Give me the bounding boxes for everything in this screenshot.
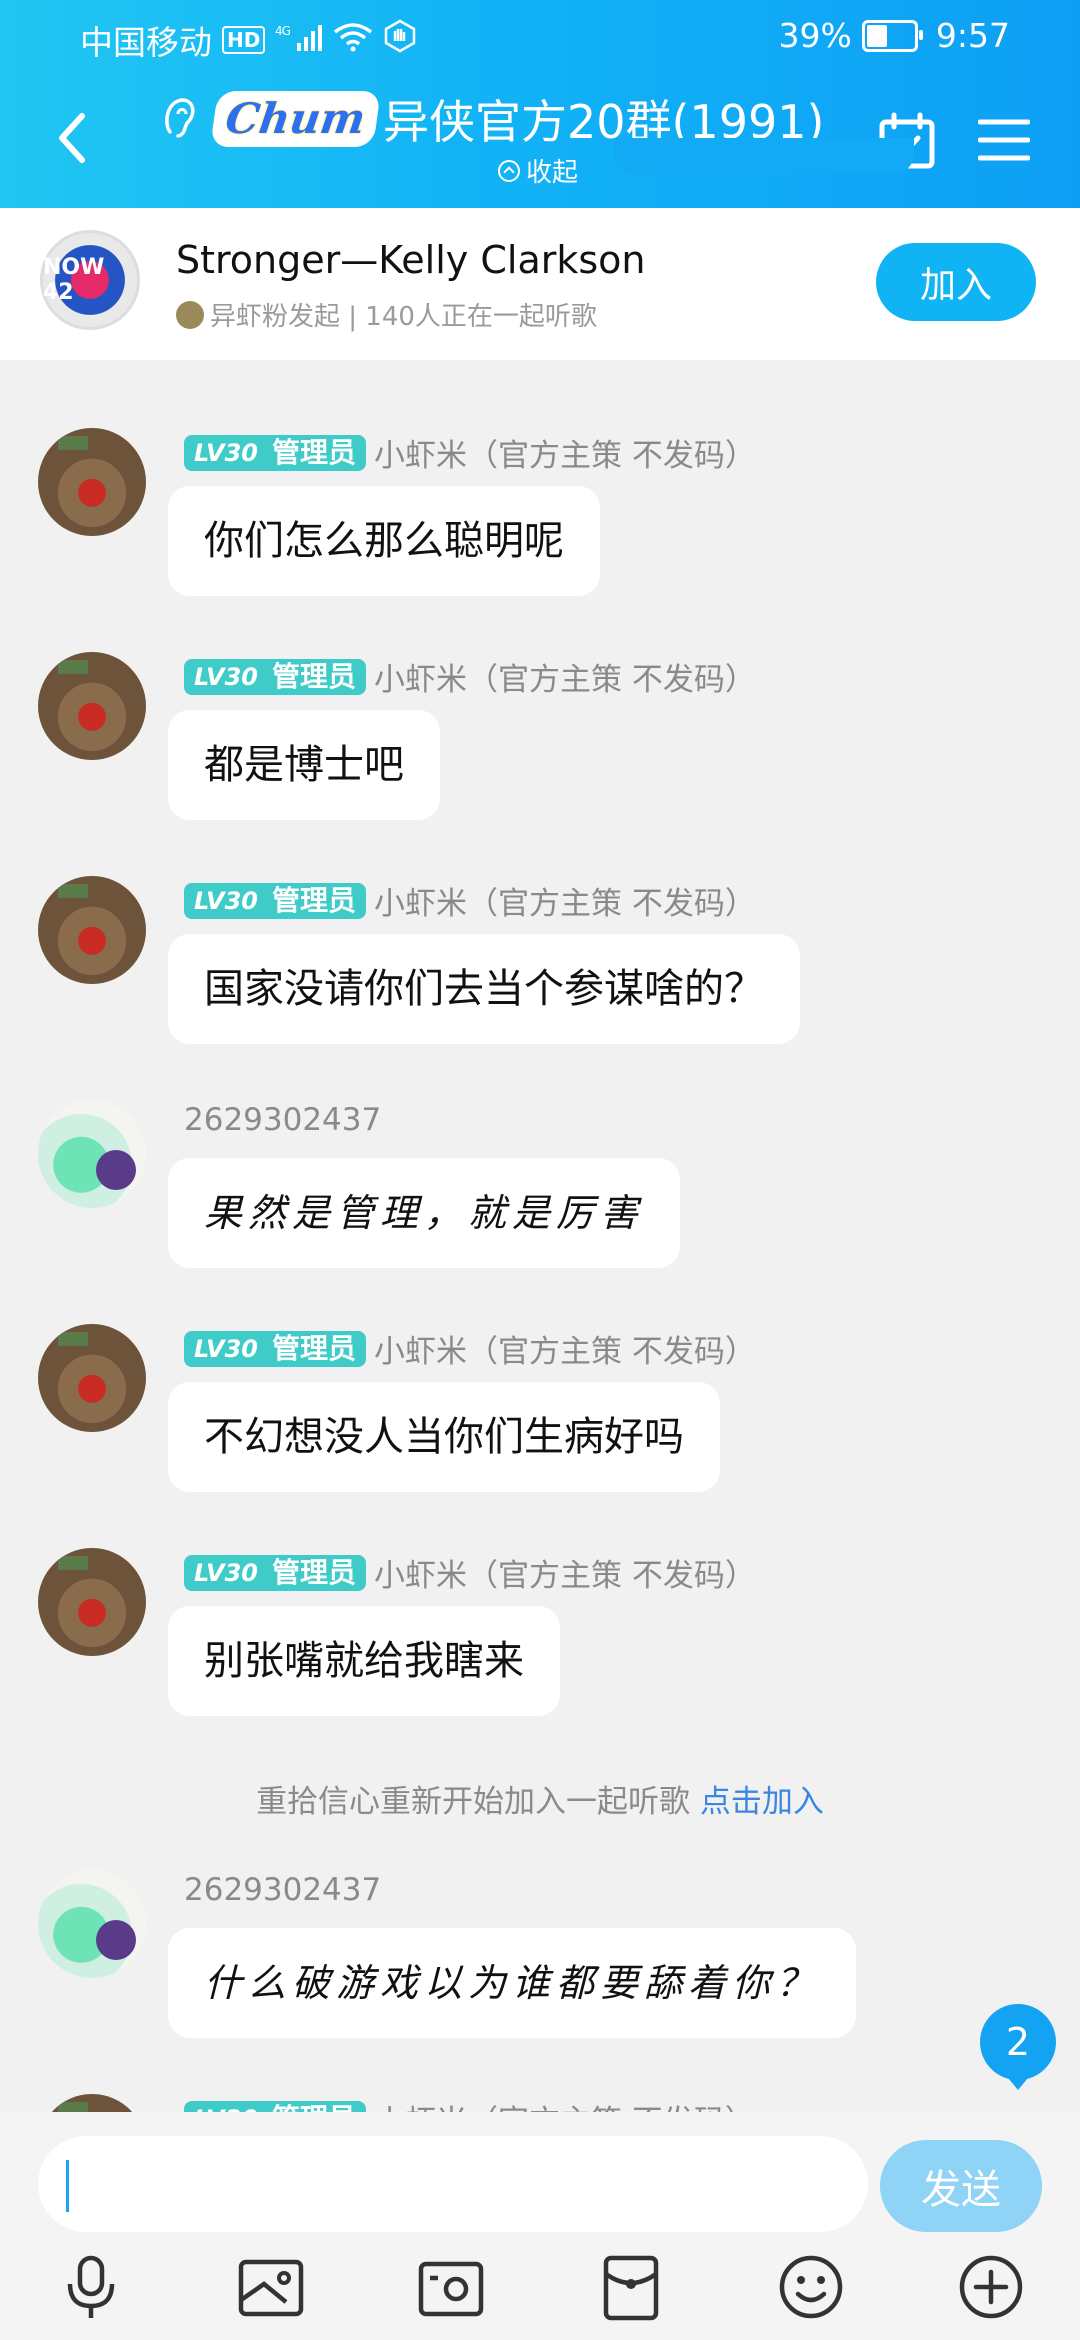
role-badge: 管理员: [267, 658, 366, 695]
input-area: 发送: [0, 2112, 1080, 2340]
sender-name[interactable]: 2629302437: [184, 1102, 381, 1138]
hd-badge: HD: [222, 26, 266, 54]
role-badge: 管理员: [267, 882, 366, 919]
hand-icon: [383, 19, 417, 61]
level-badge: LV30: [184, 882, 268, 919]
status-bar: 中国移动 HD 4G 39% 9:57: [0, 0, 1080, 72]
avatar[interactable]: [38, 1100, 146, 1208]
message-bubble[interactable]: 什么破游戏以为谁都要舔着你？: [168, 1928, 857, 2038]
listen-together-bar[interactable]: NOW 42 Stronger—Kelly Clarkson 异虾粉发起 | 1…: [0, 208, 1080, 360]
song-title: Stronger—Kelly Clarkson: [176, 238, 646, 282]
avatar[interactable]: [38, 652, 146, 760]
role-badge: 管理员: [267, 1330, 366, 1367]
sender-name[interactable]: 小虾米（官方主策 不发码）: [374, 654, 756, 699]
listen-subtitle-text: 异虾粉发起 | 140人正在一起听歌: [210, 302, 597, 332]
level-badge: LV30: [184, 658, 268, 695]
wifi-icon: [333, 21, 373, 60]
sender-name[interactable]: 小虾米（官方主策 不发码）: [374, 1326, 756, 1371]
message-bubble[interactable]: 不幻想没人当你们生病好吗: [168, 1382, 720, 1492]
message-input[interactable]: [38, 2136, 868, 2232]
initiator-avatar: [176, 300, 204, 329]
chum-logo: Chum: [210, 91, 381, 147]
message-bubble[interactable]: 你们怎么那么聪明呢: [168, 486, 600, 596]
battery-icon: [861, 19, 923, 52]
decor-strip: [614, 138, 914, 174]
signal-icon: 4G: [275, 23, 323, 58]
level-badge: LV30: [184, 1554, 268, 1591]
network-type: 4G: [275, 24, 291, 38]
avatar[interactable]: [38, 1324, 146, 1432]
role-badge: 管理员: [267, 434, 366, 471]
join-listen-link[interactable]: 点击加入: [700, 1784, 824, 1820]
ear-icon: [165, 98, 195, 138]
level-badge: LV30: [184, 434, 268, 471]
plus-icon[interactable]: [956, 2252, 1026, 2322]
unread-count-badge[interactable]: 2: [980, 2004, 1056, 2090]
back-icon[interactable]: [52, 108, 92, 168]
message-bubble[interactable]: 果然是管理，就是厉害: [168, 1158, 681, 1268]
clock: 9:57: [935, 16, 1010, 55]
listen-subtitle: 异虾粉发起 | 140人正在一起听歌: [176, 296, 597, 333]
collapse-button[interactable]: 收起: [498, 152, 578, 189]
sender-name[interactable]: 小虾米（官方主策 不发码）: [374, 430, 756, 475]
sender-name[interactable]: 小虾米（官方主策 不发码）: [374, 1550, 756, 1595]
chevron-up-icon: [498, 159, 520, 182]
battery-percent: 39%: [778, 16, 852, 55]
level-badge: LV30: [184, 1330, 268, 1367]
avatar[interactable]: [38, 1870, 146, 1978]
red-packet-icon[interactable]: [596, 2252, 666, 2322]
system-notice: 重拾信心重新开始加入一起听歌 点击加入: [0, 1776, 1080, 1821]
microphone-icon[interactable]: [56, 2252, 126, 2322]
message-bubble[interactable]: 别张嘴就给我瞎来: [168, 1606, 560, 1716]
carrier-label: 中国移动: [80, 23, 212, 62]
avatar[interactable]: [38, 876, 146, 984]
send-button[interactable]: 发送: [880, 2140, 1042, 2232]
sender-name[interactable]: 2629302437: [184, 1872, 381, 1908]
emoji-icon[interactable]: [776, 2252, 846, 2322]
join-listen-button[interactable]: 加入: [876, 243, 1036, 321]
text-cursor: [66, 2160, 69, 2212]
camera-icon[interactable]: [416, 2252, 486, 2322]
avatar[interactable]: [38, 1548, 146, 1656]
sender-name[interactable]: 小虾米（官方主策 不发码）: [374, 878, 756, 923]
system-notice-text: 重拾信心重新开始加入一起听歌: [256, 1784, 691, 1820]
menu-icon[interactable]: [978, 118, 1030, 162]
image-icon[interactable]: [236, 2252, 306, 2322]
role-badge: 管理员: [267, 1554, 366, 1591]
message-bubble[interactable]: 都是博士吧: [168, 710, 440, 820]
chat-header: 中国移动 HD 4G 39% 9:57 Chum 异侠官方20群(1991) 收…: [0, 0, 1080, 208]
avatar[interactable]: [38, 428, 146, 536]
album-cover: NOW 42: [40, 230, 140, 330]
message-bubble[interactable]: 国家没请你们去当个参谋啥的？: [168, 934, 800, 1044]
collapse-label: 收起: [526, 158, 579, 188]
